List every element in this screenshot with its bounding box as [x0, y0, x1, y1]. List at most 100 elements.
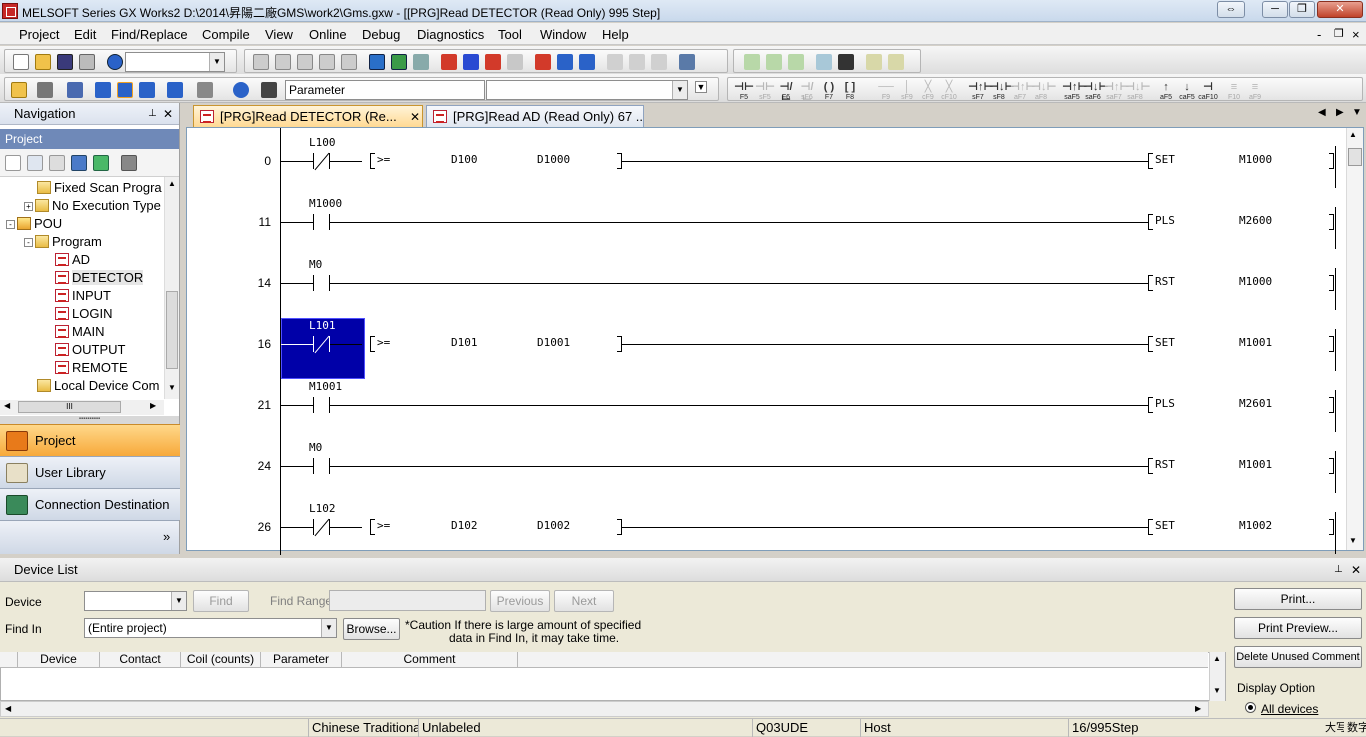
paste-data-icon[interactable]	[49, 155, 65, 171]
ladder-symbol-button[interactable]: ⊣/⊢ F6	[776, 81, 796, 100]
dev-icon[interactable]	[95, 82, 111, 98]
tab-scroll-right-icon[interactable]: ▶	[1336, 107, 1344, 118]
ladder-rung[interactable]: 0 L100 >= D100 D1000 SET M1000	[187, 128, 1345, 197]
previous-button[interactable]: Previous	[490, 590, 550, 612]
ladder-symbol-button[interactable]: [ ] F8	[840, 81, 860, 100]
ladder-symbol-button[interactable]: ⊣↓⊢ sF8	[989, 81, 1015, 100]
ladder-symbol-button[interactable]: ⊣↑⊢ sF7	[968, 81, 994, 100]
ladder-canvas[interactable]: 0 L100 >= D100 D1000 SET M1000 11 M1000 PLS M2600 1…	[186, 127, 1364, 555]
scroll-up-icon[interactable]: ▲	[1349, 130, 1357, 139]
tree-vertical-scrollbar[interactable]: ▲ ▼	[164, 177, 179, 399]
column-parameter[interactable]: Parameter	[261, 652, 342, 668]
print-icon[interactable]	[79, 54, 95, 70]
device-input[interactable]: ▼	[84, 591, 187, 611]
menu-debug[interactable]: Debug	[362, 27, 400, 42]
monitor-start-icon[interactable]	[535, 54, 551, 70]
tree-item[interactable]: AD	[55, 251, 90, 269]
ladder-scroll-thumb[interactable]	[1348, 148, 1362, 166]
tab-list-icon[interactable]: ▼	[1352, 107, 1362, 118]
toolbar-combo[interactable]: ▼	[125, 52, 225, 72]
ladder-symbol-button[interactable]: ⊣↓⊢ saF6	[1083, 81, 1109, 100]
hscroll-thumb[interactable]: III	[18, 401, 121, 413]
tree-item[interactable]: - Program	[24, 233, 102, 251]
print-button[interactable]: Print...	[1234, 588, 1362, 610]
mdi-close-button[interactable]: ×	[1352, 27, 1360, 42]
minimize-button[interactable]: ─	[1262, 1, 1288, 18]
pin-icon[interactable]: ⊥	[148, 103, 157, 125]
ladder-symbol-button[interactable]: ⊣↓⊢ saF8	[1125, 81, 1151, 100]
open-folder-icon[interactable]	[35, 54, 51, 70]
ladder-tool-icon[interactable]	[816, 54, 832, 70]
column-contact[interactable]: Contact	[100, 652, 181, 668]
binoculars-icon[interactable]	[261, 82, 277, 98]
ladder-tool-icon[interactable]	[744, 54, 760, 70]
ladder-symbol-button[interactable]: ↑ aF5	[1156, 81, 1176, 100]
ladder-symbol-button[interactable]: ⊣/⊢ sF6	[797, 81, 817, 100]
grid-vertical-scrollbar[interactable]: ▲ ▼	[1209, 652, 1225, 701]
ladder-symbol-button[interactable]: ── F9	[876, 81, 896, 100]
delete-unused-comment-button[interactable]: Delete Unused Comment	[1234, 646, 1362, 668]
device-batch-icon[interactable]	[579, 54, 595, 70]
ladder-symbol-button[interactable]: ╳ cF10	[939, 81, 959, 100]
more-buttons-icon[interactable]: »	[163, 529, 170, 544]
ladder-rung[interactable]: 26 L102 >= D102 D1002 SET M1002	[187, 494, 1345, 563]
splitter-grip[interactable]: ▪▪▪▪▪▪▪▪▪▪	[0, 416, 179, 424]
user-library-button[interactable]: User Library	[0, 456, 180, 488]
dev-display-icon[interactable]	[167, 82, 183, 98]
tree-item[interactable]: Fixed Scan Progra	[37, 179, 162, 197]
copy-icon[interactable]	[275, 54, 291, 70]
tree-horizontal-scrollbar[interactable]: ◀ III ▶	[0, 400, 164, 415]
maximize-button[interactable]: ❐	[1289, 1, 1315, 18]
collapse-icon[interactable]: -	[24, 238, 33, 247]
new-file-icon[interactable]	[13, 54, 29, 70]
redo-icon[interactable]	[341, 54, 357, 70]
dropdown-arrow-icon[interactable]: ▼	[695, 81, 707, 93]
menu-find-replace[interactable]: Find/Replace	[111, 27, 188, 42]
ladder-tool-icon[interactable]	[866, 54, 882, 70]
ladder-rung[interactable]: 24 M0 RST M1001	[187, 433, 1345, 502]
ladder-symbol-button[interactable]: ≡ F10	[1224, 81, 1244, 100]
tab-scroll-left-icon[interactable]: ◀	[1318, 107, 1326, 118]
app-icon[interactable]	[2, 3, 18, 19]
remote-operation-icon[interactable]	[507, 54, 523, 70]
all-devices-label[interactable]: All devices	[1261, 702, 1318, 716]
menu-online[interactable]: Online	[309, 27, 347, 42]
find-in-select[interactable]: (Entire project) ▼	[84, 618, 337, 638]
ladder-rung[interactable]: 21 M1001 PLS M2601	[187, 372, 1345, 441]
tree-scroll-thumb[interactable]	[166, 291, 178, 369]
tree-item[interactable]: REMOTE	[55, 359, 128, 377]
instruction-search-icon[interactable]	[391, 54, 407, 70]
ladder-symbol-button[interactable]: ⊣⊢ sF5	[755, 81, 775, 100]
project-view-button[interactable]: Project	[0, 424, 180, 456]
menu-help[interactable]: Help	[602, 27, 629, 42]
ladder-tool-icon[interactable]	[788, 54, 804, 70]
ladder-symbol-button[interactable]: ( ) F7	[819, 81, 839, 100]
ladder-symbol-button[interactable]: ⊣↑⊢ saF5	[1062, 81, 1088, 100]
scroll-down-icon[interactable]: ▼	[1213, 686, 1221, 695]
parameter-item-combo[interactable]: ▼	[486, 80, 688, 100]
scroll-left-icon[interactable]: ◀	[5, 704, 11, 713]
menu-edit[interactable]: Edit	[74, 27, 96, 42]
scroll-up-icon[interactable]: ▲	[166, 179, 178, 191]
connection-destination-button[interactable]: Connection Destination	[0, 488, 180, 520]
ladder-vertical-scrollbar[interactable]: ▲ ▼	[1346, 128, 1363, 550]
pin-icon[interactable]: ⊥	[1334, 558, 1343, 582]
dev-icon[interactable]	[117, 82, 133, 98]
tree-options-icon[interactable]	[121, 155, 137, 171]
find-button[interactable]: Find	[193, 590, 249, 612]
restore-size-button[interactable]: ⇔	[1217, 1, 1245, 18]
save-icon[interactable]	[57, 54, 73, 70]
menu-view[interactable]: View	[265, 27, 293, 42]
tree-item[interactable]: - POU	[6, 215, 62, 233]
contact-coil-search-icon[interactable]	[413, 54, 429, 70]
verify-plc-icon[interactable]	[485, 54, 501, 70]
close-pane-icon[interactable]: ✕	[1351, 558, 1361, 582]
simulation-icon[interactable]	[629, 54, 645, 70]
dev-icon[interactable]	[139, 82, 155, 98]
ladder-symbol-button[interactable]: │ sF9	[897, 81, 917, 100]
ladder-rung[interactable]: 11 M1000 PLS M2600	[187, 189, 1345, 258]
close-pane-icon[interactable]: ✕	[163, 103, 173, 125]
tab-read-ad[interactable]: [PRG]Read AD (Read Only) 67 ...	[426, 105, 644, 128]
ladder-rung[interactable]: 16 L101 >= D101 D1001 SET M1001	[187, 311, 1345, 380]
new-data-icon[interactable]	[5, 155, 21, 171]
